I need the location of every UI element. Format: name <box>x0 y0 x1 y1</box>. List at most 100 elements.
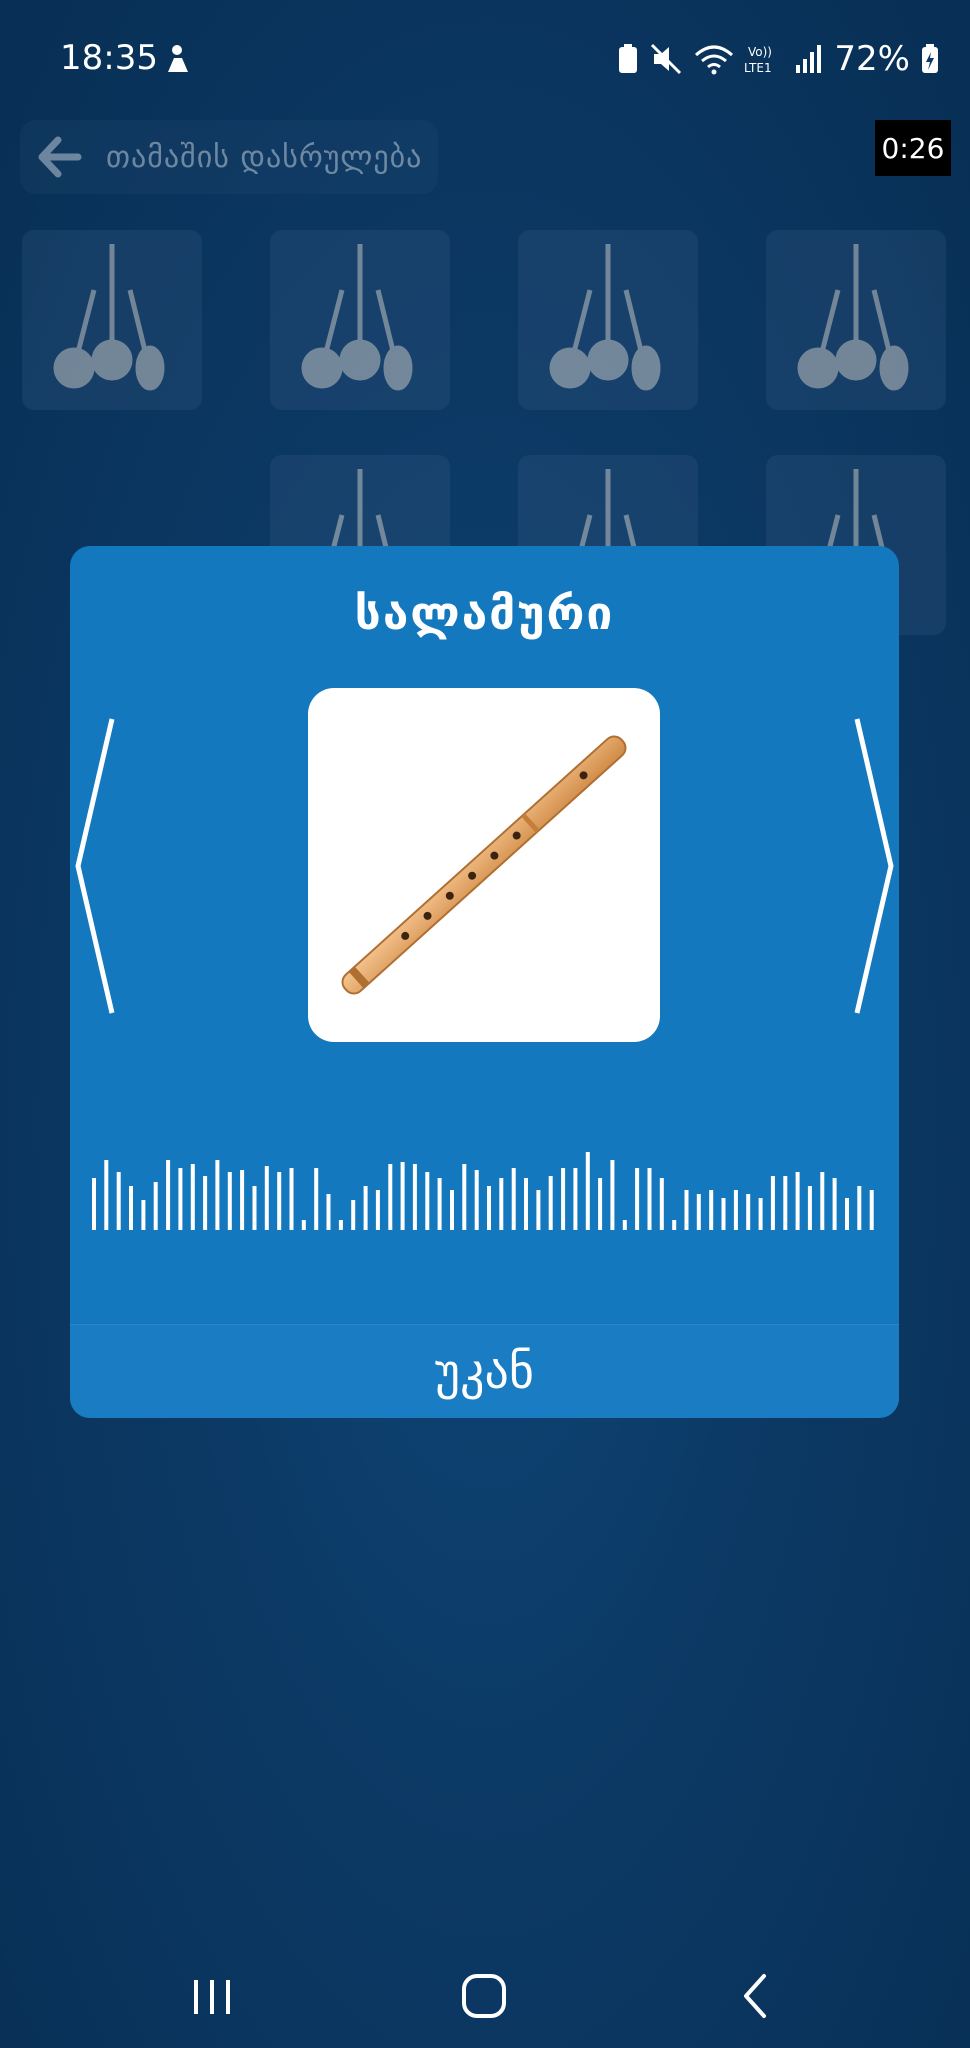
waveform-bar <box>659 1178 664 1230</box>
battery-icon <box>922 44 938 73</box>
instrument-title: სალამური <box>354 586 615 640</box>
notification-icon <box>168 45 188 72</box>
waveform-bar <box>672 1220 677 1230</box>
waveform-bar <box>203 1176 208 1230</box>
waveform-bar <box>338 1220 343 1230</box>
signal-icon <box>796 45 822 73</box>
waveform-bar <box>807 1186 812 1230</box>
waveform-bar <box>857 1186 862 1230</box>
waveform-bar <box>795 1172 800 1230</box>
waveform-bar <box>783 1176 788 1230</box>
status-bar: 18:35 Vo)) LTE1 72% <box>0 0 970 110</box>
navigation-bar <box>0 1940 970 2048</box>
waveform-bar <box>845 1198 849 1230</box>
waveform-bar <box>746 1194 751 1230</box>
game-timer: 0:26 <box>875 120 951 176</box>
waveform-bar <box>227 1172 232 1230</box>
waveform-bar <box>770 1176 775 1230</box>
waveform-bar <box>548 1176 553 1230</box>
waveform-bar <box>375 1190 380 1230</box>
waveform-bar <box>610 1160 615 1230</box>
wifi-icon <box>695 45 734 75</box>
string-instruments-icon <box>549 244 661 391</box>
waveform-bar <box>190 1164 195 1230</box>
battery-percent: 72% <box>834 39 910 79</box>
status-icons: Vo)) LTE1 72% <box>616 34 940 84</box>
waveform-bar <box>240 1170 245 1230</box>
audio-waveform[interactable] <box>90 1142 880 1238</box>
waveform-bar <box>561 1168 566 1230</box>
string-instruments-icon <box>301 244 413 391</box>
chevron-left-icon[interactable] <box>70 711 120 1021</box>
waveform-bar <box>474 1170 479 1230</box>
waveform-bar <box>277 1172 282 1230</box>
waveform-bar <box>832 1178 837 1230</box>
status-time: 18:35 <box>60 38 158 78</box>
waveform-bar <box>462 1164 467 1230</box>
waveform-bar <box>696 1194 701 1230</box>
string-instruments-icon <box>53 244 165 391</box>
back-button[interactable]: უკან <box>70 1324 899 1418</box>
waveform-bar <box>166 1160 171 1230</box>
waveform-bar <box>499 1178 504 1230</box>
waveform-bar <box>684 1190 689 1230</box>
home-icon[interactable] <box>454 1966 514 2026</box>
arrow-left-icon <box>38 136 82 178</box>
waveform-bar <box>487 1186 491 1230</box>
end-game-button[interactable]: თამაშის დასრულება <box>20 120 438 194</box>
waveform-bar <box>129 1186 133 1230</box>
chevron-right-icon[interactable] <box>849 711 899 1021</box>
volte-icon: Vo)) LTE1 <box>744 45 772 75</box>
waveform-bar <box>301 1220 306 1230</box>
waveform-bar <box>721 1198 726 1230</box>
waveform-bar <box>252 1186 257 1230</box>
end-game-label: თამაშის დასრულება <box>106 139 423 175</box>
waveform-bar <box>153 1182 158 1230</box>
waveform-bar <box>524 1178 528 1230</box>
waveform-bar <box>709 1190 714 1230</box>
waveform-bar <box>647 1168 652 1230</box>
waveform-bar <box>585 1152 590 1230</box>
back-icon[interactable] <box>726 1966 786 2026</box>
recent-apps-icon[interactable] <box>182 1966 242 2026</box>
waveform-bar <box>388 1164 393 1230</box>
svg-text:Vo)): Vo)) <box>748 45 772 59</box>
mute-icon <box>651 43 682 75</box>
instrument-dialog: სალამური უკან <box>70 546 899 1418</box>
waveform-bar <box>820 1172 825 1230</box>
battery-saver-icon <box>619 44 638 73</box>
waveform-bar <box>437 1178 442 1230</box>
svg-text:LTE1: LTE1 <box>744 61 772 75</box>
waveform-bar <box>400 1162 405 1230</box>
instrument-card[interactable] <box>518 230 698 410</box>
instrument-card[interactable] <box>766 230 946 410</box>
waveform-bar <box>573 1168 578 1230</box>
waveform-bar <box>511 1168 516 1230</box>
waveform-bar <box>116 1172 121 1230</box>
waveform-bar <box>264 1166 269 1230</box>
waveform-bar <box>536 1190 541 1230</box>
waveform-bar <box>178 1168 183 1230</box>
waveform-bar <box>622 1220 627 1230</box>
waveform-bar <box>758 1198 763 1230</box>
waveform-bar <box>215 1160 220 1230</box>
waveform-bar <box>326 1194 331 1230</box>
waveform-bar <box>351 1200 356 1230</box>
waveform-bar <box>450 1190 454 1230</box>
instrument-card[interactable] <box>22 230 202 410</box>
waveform-bar <box>314 1168 319 1230</box>
waveform-bar <box>363 1186 368 1230</box>
waveform-bar <box>598 1178 603 1230</box>
waveform-bar <box>733 1190 738 1230</box>
waveform-bar <box>289 1168 294 1230</box>
waveform-bar <box>425 1172 430 1230</box>
waveform-bar <box>104 1160 109 1230</box>
instrument-image <box>308 688 660 1042</box>
flute-icon <box>341 735 627 995</box>
string-instruments-icon <box>797 244 909 391</box>
waveform-bar <box>635 1168 640 1230</box>
instrument-card[interactable] <box>270 230 450 410</box>
waveform-bar <box>141 1200 146 1230</box>
waveform-bar <box>412 1164 417 1230</box>
waveform-bar <box>869 1190 874 1230</box>
